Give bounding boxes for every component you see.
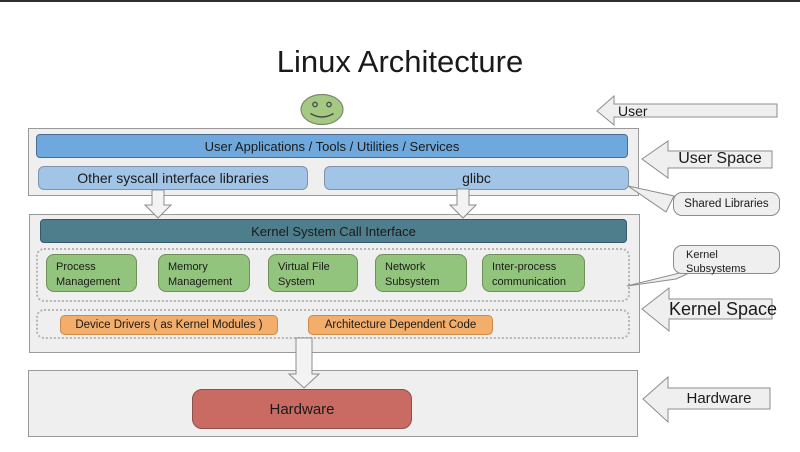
kernel-syscall-interface-bar: Kernel System Call Interface (40, 219, 627, 243)
architecture-dependent-code-box: Architecture Dependent Code (308, 315, 493, 335)
smiley-face-icon (299, 92, 345, 128)
kernel-space-arrow-label: Kernel Space (669, 298, 772, 320)
hardware-arrow-label: Hardware (668, 388, 770, 409)
window-top-edge (0, 0, 800, 2)
page-title: Linux Architecture (0, 46, 800, 77)
network-subsystem-box: Network Subsystem (375, 254, 467, 292)
glibc-label: glibc (462, 170, 491, 186)
user-arrow-label: User (618, 103, 648, 119)
inter-process-communication-box: Inter-process communication (482, 254, 585, 292)
shared-libraries-callout: Shared Libraries (673, 192, 780, 216)
kernel-subsystems-callout: Kernel Subsystems (673, 245, 780, 274)
hardware-box-label: Hardware (269, 401, 334, 418)
user-applications-bar: User Applications / Tools / Utilities / … (36, 134, 628, 158)
virtual-file-system-box: Virtual File System (268, 254, 358, 292)
process-management-box: Process Management (46, 254, 137, 292)
user-applications-label: User Applications / Tools / Utilities / … (205, 139, 460, 154)
linux-architecture-diagram: Linux Architecture User Applications / T… (0, 0, 800, 452)
other-syscall-libraries-box: Other syscall interface libraries (38, 166, 308, 190)
kernel-syscall-interface-label: Kernel System Call Interface (251, 224, 416, 239)
shared-libraries-label: Shared Libraries (684, 198, 768, 210)
device-drivers-box: Device Drivers ( as Kernel Modules ) (60, 315, 278, 335)
glibc-box: glibc (324, 166, 629, 190)
hardware-box: Hardware (192, 389, 412, 429)
device-drivers-label: Device Drivers ( as Kernel Modules ) (75, 319, 262, 331)
architecture-dependent-code-label: Architecture Dependent Code (325, 319, 477, 331)
other-syscall-libraries-label: Other syscall interface libraries (77, 170, 268, 186)
memory-management-box: Memory Management (158, 254, 250, 292)
user-space-arrow-label: User Space (668, 149, 772, 169)
